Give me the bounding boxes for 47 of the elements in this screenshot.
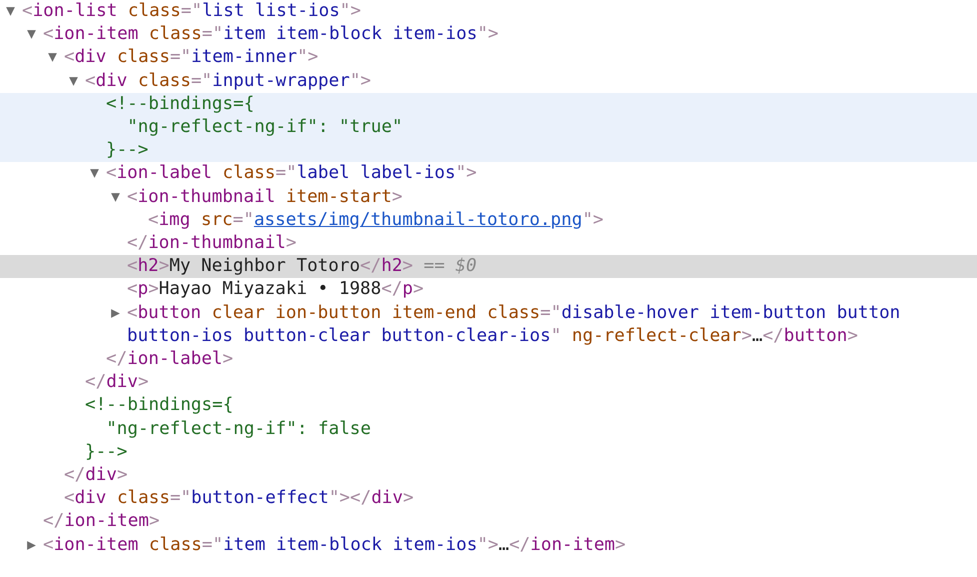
code-line: <p>Hayao Miyazaki • 1988</p>	[127, 278, 424, 302]
dom-tree-row[interactable]: </div>	[0, 371, 977, 394]
disclosure-triangle-icon[interactable]	[47, 52, 58, 64]
html-comment: <!--bindings={ "ng-reflect-ng-if": "true" }-->	[106, 92, 403, 162]
code-line: </ion-label>	[106, 348, 234, 372]
dom-tree-row[interactable]: </ion-label>	[0, 348, 977, 372]
code-line: <div class="button-effect"></div>	[64, 487, 414, 510]
disclosure-triangle-icon[interactable]	[89, 168, 100, 180]
dom-tree-row[interactable]: <!--bindings={ "ng-reflect-ng-if": "true" }-->	[0, 92, 977, 162]
code-line: </div>	[85, 371, 149, 394]
code-line: <ion-label class="label label-ios">	[106, 162, 477, 186]
code-line: <ion-list class="list list-ios">	[22, 0, 361, 23]
code-line: <button clear ion-button item-end class="disable-hover item-button button button-ios button-clear button-clear-ios" ng-reflect-clear>…</button>	[127, 302, 902, 348]
dom-tree-row[interactable]: <button clear ion-button item-end class="disable-hover item-button button button-ios button-clear button-clear-ios" ng-reflect-clear>…</button>	[0, 302, 977, 348]
disclosure-triangle-icon[interactable]	[26, 540, 37, 551]
dom-tree-row[interactable]: <ion-thumbnail item-start>	[0, 186, 977, 209]
disclosure-triangle-icon[interactable]	[110, 308, 121, 319]
code-line: </ion-item>	[43, 510, 160, 534]
html-comment: <!--bindings={ "ng-reflect-ng-if": false }-->	[85, 394, 371, 464]
code-line: <ion-item class="item item-block item-ios">	[43, 23, 498, 46]
dom-tree-row[interactable]: <ion-item class="item item-block item-ios">…</ion-item>	[0, 534, 977, 557]
dom-tree-row[interactable]: </ion-item>	[0, 510, 977, 534]
link[interactable]: assets/img/thumbnail-totoro.png	[254, 210, 582, 230]
disclosure-triangle-icon[interactable]	[5, 6, 16, 17]
dom-tree-row[interactable]: <h2>My Neighbor Totoro</h2> == $0	[0, 255, 977, 278]
code-line: <ion-thumbnail item-start>	[127, 186, 402, 209]
dom-tree-row[interactable]: <div class="item-inner">	[0, 46, 977, 70]
disclosure-triangle-icon[interactable]	[68, 76, 79, 87]
disclosure-triangle-icon[interactable]	[110, 192, 121, 203]
code-line: </ion-thumbnail>	[127, 232, 296, 256]
code-line: <h2>My Neighbor Totoro</h2> == $0	[127, 255, 477, 278]
code-line: <div class="input-wrapper">	[85, 70, 372, 93]
dom-tree-row[interactable]: <p>Hayao Miyazaki • 1988</p>	[0, 278, 977, 302]
dom-tree-row[interactable]: </ion-thumbnail>	[0, 232, 977, 256]
dom-tree-row[interactable]: <img src="assets/img/thumbnail-totoro.png">	[0, 208, 977, 232]
dom-tree-row[interactable]: <!--bindings={ "ng-reflect-ng-if": false }-->	[0, 394, 977, 464]
disclosure-triangle-icon[interactable]	[26, 29, 37, 40]
code-line: <img src="assets/img/thumbnail-totoro.png">	[148, 208, 604, 232]
code-line: </div>	[64, 464, 128, 488]
dom-tree-row[interactable]: <ion-item class="item item-block item-ios">	[0, 23, 977, 46]
dom-tree-row[interactable]: </div>	[0, 464, 977, 488]
dom-tree-row[interactable]: <ion-label class="label label-ios">	[0, 162, 977, 186]
dom-tree-row[interactable]: <ion-list class="list list-ios">	[0, 0, 977, 24]
code-line: <ion-item class="item item-block item-ios">…</ion-item>	[43, 534, 626, 557]
dom-tree-row[interactable]: <div class="input-wrapper">	[0, 70, 977, 93]
code-line: <div class="item-inner">	[64, 46, 318, 70]
dom-tree-row[interactable]: <div class="button-effect"></div>	[0, 487, 977, 510]
